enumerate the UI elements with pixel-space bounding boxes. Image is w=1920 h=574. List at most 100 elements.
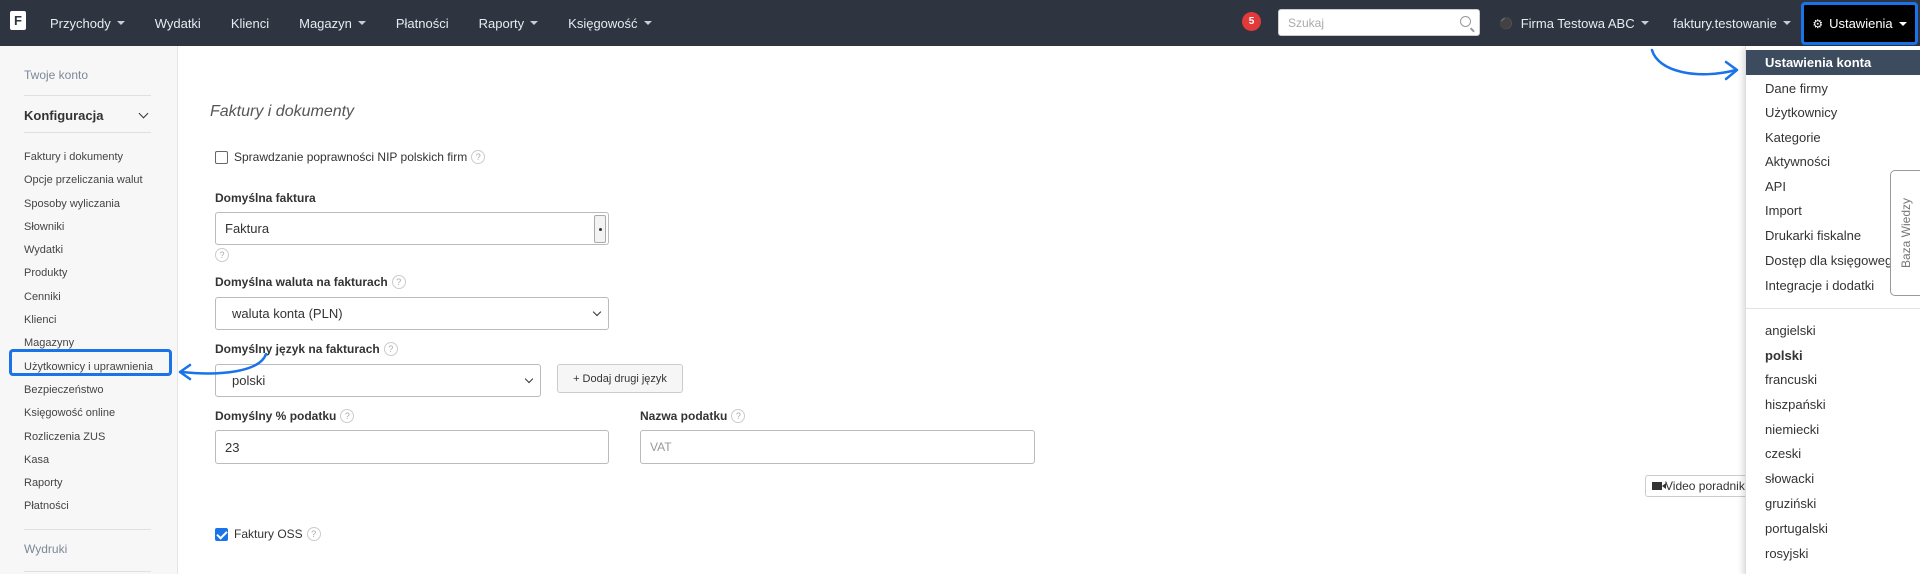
sidebar-item-zus[interactable]: Rozliczenia ZUS: [24, 426, 153, 449]
tax-input[interactable]: 23: [215, 430, 609, 464]
currency-select[interactable]: waluta konta (PLN): [215, 297, 609, 330]
sidebar-item-faktury[interactable]: Faktury i dokumenty: [24, 146, 153, 169]
settings-button[interactable]: ⚙ Ustawienia: [1801, 2, 1918, 45]
tax-value: 23: [225, 439, 240, 455]
add-language-button[interactable]: + Dodaj drugi język: [557, 364, 683, 393]
nav-label: Magazyn: [299, 15, 352, 31]
menu-item-categories[interactable]: Kategorie: [1765, 130, 1821, 145]
oss-checkbox[interactable]: [215, 527, 228, 541]
nav-label: Płatności: [395, 15, 449, 31]
nip-check-row: Sprawdzanie poprawności NIP polskich fir…: [215, 150, 486, 164]
spinner-handle[interactable]: [594, 215, 606, 243]
help-icon[interactable]: ?: [215, 248, 229, 262]
company-name: Firma Testowa ABC: [1520, 15, 1635, 31]
sidebar-configuration-label: Konfiguracja: [24, 108, 104, 123]
menu-lang-portuguese[interactable]: portugalski: [1765, 521, 1828, 536]
menu-lang-slovak[interactable]: słowacki: [1765, 471, 1814, 486]
sidebar-item-wydatki[interactable]: Wydatki: [24, 239, 153, 262]
sidebar-item-bezpieczenstwo[interactable]: Bezpieczeństwo: [24, 379, 153, 402]
app-logo[interactable]: F: [10, 11, 26, 30]
help-icon[interactable]: ?: [731, 409, 746, 423]
help-icon[interactable]: ?: [340, 409, 355, 423]
menu-lang-english[interactable]: angielski: [1765, 323, 1816, 338]
menu-lang-french[interactable]: francuski: [1765, 372, 1817, 387]
menu-lang-russian[interactable]: rosyjski: [1765, 546, 1808, 561]
company-switcher[interactable]: ⚫ Firma Testowa ABC: [1499, 0, 1649, 46]
sidebar-item-ksiegowosc[interactable]: Księgowość online: [24, 402, 153, 425]
nav-przychody[interactable]: Przychody: [50, 16, 125, 31]
search-input[interactable]: [1279, 10, 1439, 35]
menu-item-api[interactable]: API: [1765, 179, 1786, 194]
nav-platnosci[interactable]: Płatności: [396, 16, 449, 31]
menu-item-accountant-access[interactable]: Dostęp dla księgowego: [1765, 253, 1899, 268]
caret-down-icon: [1782, 21, 1791, 25]
search-box: [1278, 9, 1480, 36]
default-invoice-label: Domyślna faktura: [215, 191, 316, 205]
menu-item-fiscal-printers[interactable]: Drukarki fiskalne: [1765, 228, 1861, 243]
tax-name-label: Nazwa podatku: [640, 409, 728, 423]
menu-lang-georgian[interactable]: gruziński: [1765, 496, 1816, 511]
sidebar-item-klienci[interactable]: Klienci: [24, 309, 153, 332]
nav-klienci[interactable]: Klienci: [231, 16, 269, 31]
sidebar-config-list: Faktury i dokumenty Opcje przeliczania w…: [24, 146, 153, 519]
caret-down-icon: [1640, 21, 1649, 25]
top-navbar: F Przychody Wydatki Klienci Magazyn Płat…: [0, 0, 1920, 46]
chevron-down-icon: [592, 307, 602, 316]
account-name: faktury.testowanie: [1673, 15, 1777, 31]
nav-magazyn[interactable]: Magazyn: [299, 16, 366, 31]
settings-label: Ustawienia: [1829, 16, 1893, 31]
sidebar-item-waluty[interactable]: Opcje przeliczania walut: [24, 169, 153, 192]
help-icon[interactable]: ?: [471, 150, 486, 164]
nav-wydatki[interactable]: Wydatki: [155, 16, 201, 31]
page-title: Faktury i dokumenty: [210, 103, 355, 120]
knowledge-base-tab[interactable]: Baza Wiedzy: [1890, 170, 1920, 296]
nav-raporty[interactable]: Raporty: [479, 16, 539, 31]
sidebar-item-produkty[interactable]: Produkty: [24, 262, 153, 285]
help-icon[interactable]: ?: [391, 275, 406, 289]
nip-check-checkbox[interactable]: [215, 150, 228, 164]
nav-ksiegowosc[interactable]: Księgowość: [568, 15, 652, 31]
currency-label-row: Domyślna waluta na fakturach ?: [215, 275, 406, 289]
nav-label: Księgowość: [568, 15, 638, 31]
account-menu[interactable]: faktury.testowanie: [1673, 0, 1791, 46]
sidebar-item-cenniki[interactable]: Cenniki: [24, 286, 153, 309]
menu-item-company-data[interactable]: Dane firmy: [1765, 81, 1828, 96]
sidebar-item-sposoby[interactable]: Sposoby wyliczania: [24, 193, 153, 216]
tax-name-input[interactable]: VAT: [640, 430, 1035, 464]
default-invoice-select[interactable]: Faktura: [215, 212, 609, 245]
caret-down-icon: [643, 21, 652, 25]
sidebar-account-link[interactable]: Twoje konto: [24, 68, 88, 82]
menu-item-users[interactable]: Użytkownicy: [1765, 105, 1837, 120]
sidebar-item-kasa[interactable]: Kasa: [24, 449, 153, 472]
nip-check-label: Sprawdzanie poprawności NIP polskich fir…: [234, 150, 468, 164]
caret-down-icon: [357, 21, 366, 25]
sidebar-prints-link[interactable]: Wydruki: [24, 542, 67, 556]
sidebar: Twoje konto Konfiguracja Faktury i dokum…: [0, 46, 178, 574]
nav-label: Raporty: [478, 15, 525, 31]
help-icon[interactable]: ?: [306, 527, 321, 541]
menu-lang-german[interactable]: niemiecki: [1765, 422, 1819, 437]
sidebar-configuration-toggle[interactable]: Konfiguracja: [24, 108, 151, 123]
settings-dropdown-menu: Ustawienia konta Dane firmy Użytkownicy …: [1745, 46, 1920, 574]
menu-lang-czech[interactable]: czeski: [1765, 446, 1801, 461]
menu-item-import[interactable]: Import: [1765, 203, 1802, 218]
gear-icon: ⚙: [1812, 16, 1824, 31]
menu-lang-spanish[interactable]: hiszpański: [1765, 397, 1826, 412]
notification-badge[interactable]: 5: [1242, 12, 1261, 31]
sidebar-item-raporty[interactable]: Raporty: [24, 472, 153, 495]
caret-down-icon: [116, 21, 125, 25]
menu-lang-polish[interactable]: polski: [1765, 348, 1803, 363]
menu-item-activities[interactable]: Aktywności: [1765, 154, 1830, 169]
currency-label: Domyślna waluta na fakturach: [215, 275, 388, 289]
menu-item-account-settings[interactable]: Ustawienia konta: [1746, 50, 1920, 75]
search-icon[interactable]: [1460, 16, 1471, 27]
sidebar-divider: [24, 95, 151, 96]
video-tutorial-button[interactable]: Video poradnik: [1645, 475, 1745, 497]
help-icon[interactable]: ?: [383, 342, 398, 356]
main-nav: Przychody Wydatki Klienci Magazyn Płatno…: [50, 0, 682, 46]
sidebar-divider: [24, 132, 151, 133]
sidebar-item-platnosci[interactable]: Płatności: [24, 495, 153, 518]
tax-label-row: Domyślny % podatku ?: [215, 409, 355, 423]
sidebar-item-slowniki[interactable]: Słowniki: [24, 216, 153, 239]
menu-item-integrations[interactable]: Integracje i dodatki: [1765, 278, 1874, 293]
